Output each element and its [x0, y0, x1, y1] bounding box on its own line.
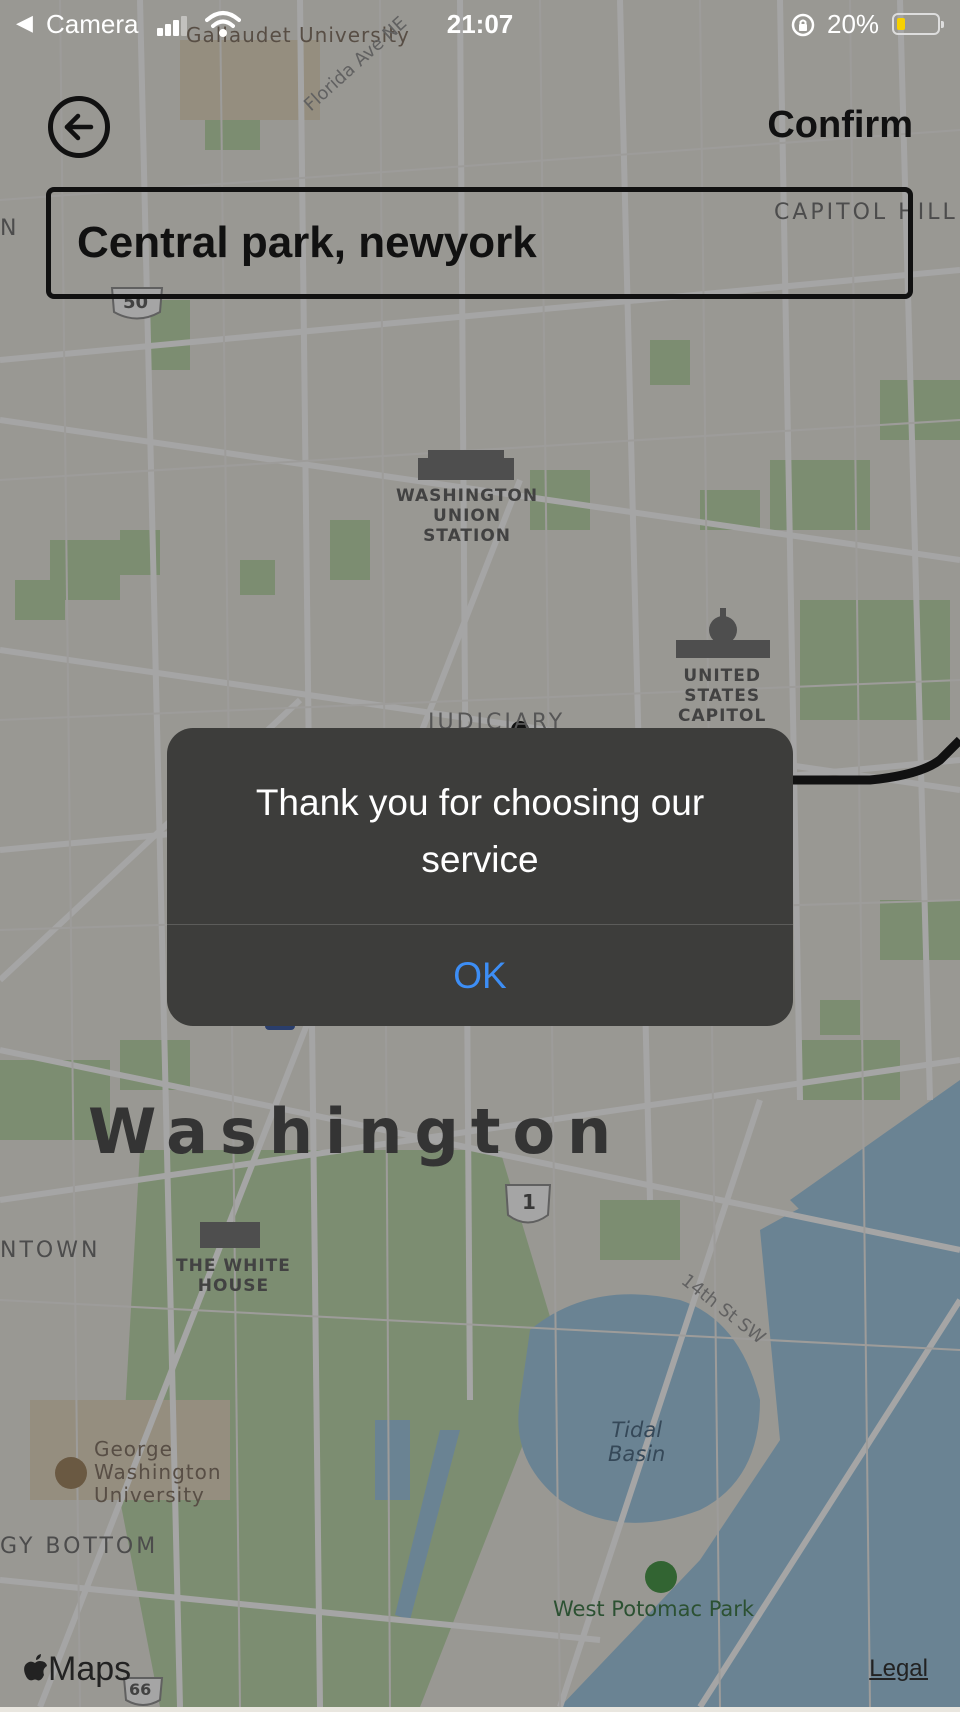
status-time: 21:07 [446, 9, 514, 39]
alert-dialog: Thank you for choosing our service OK [167, 728, 793, 1026]
status-bar: ◀ Camera 21:07 20% [0, 0, 960, 50]
battery-icon [892, 13, 944, 35]
legal-link[interactable]: Legal [869, 1655, 928, 1683]
maps-logo-text: Maps [48, 1650, 132, 1688]
apple-icon [24, 1654, 47, 1681]
battery-percent: 20% [827, 9, 880, 39]
alert-message: Thank you for choosing our service [255, 782, 705, 880]
orientation-lock-icon [791, 13, 815, 37]
apple-maps-logo: Maps [22, 1650, 131, 1689]
alert-ok-button[interactable]: OK [167, 925, 793, 1026]
